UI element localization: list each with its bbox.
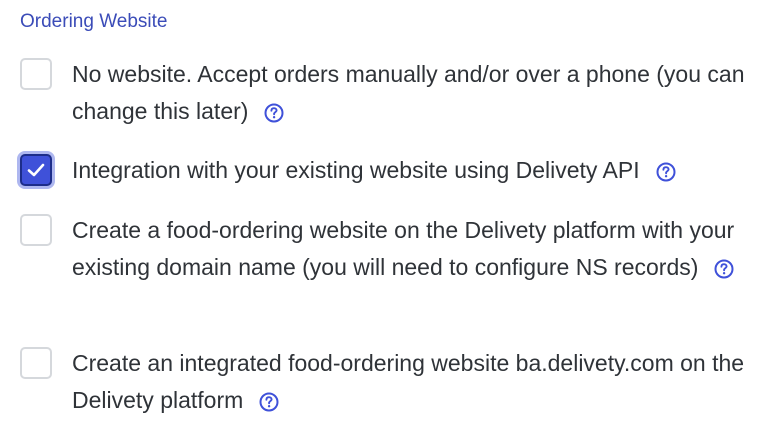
option-label: No website. Accept orders manually and/o… bbox=[72, 61, 745, 124]
help-circle-icon[interactable] bbox=[656, 156, 676, 182]
option-label: Create a food-ordering website on the De… bbox=[72, 217, 735, 280]
checkbox-existing-website-api[interactable] bbox=[20, 154, 52, 186]
option-own-domain-website[interactable]: Create a food-ordering website on the De… bbox=[20, 212, 750, 286]
help-circle-icon[interactable] bbox=[259, 386, 279, 412]
checkmark-icon bbox=[27, 163, 45, 177]
option-label-container: No website. Accept orders manually and/o… bbox=[72, 56, 750, 130]
option-label-container: Create an integrated food-ordering websi… bbox=[72, 345, 750, 419]
option-label-container: Integration with your existing website u… bbox=[72, 152, 676, 189]
option-no-website[interactable]: No website. Accept orders manually and/o… bbox=[20, 56, 750, 130]
option-integrated-subdomain-website[interactable]: Create an integrated food-ordering websi… bbox=[20, 345, 750, 419]
checkbox-no-website[interactable] bbox=[20, 58, 52, 90]
option-label: Create an integrated food-ordering websi… bbox=[72, 350, 745, 413]
checkbox-integrated-subdomain-website[interactable] bbox=[20, 347, 52, 379]
help-circle-icon[interactable] bbox=[714, 253, 734, 279]
checkbox-own-domain-website[interactable] bbox=[20, 214, 52, 246]
option-label: Integration with your existing website u… bbox=[72, 157, 640, 183]
help-circle-icon[interactable] bbox=[264, 97, 284, 123]
section-title: Ordering Website bbox=[20, 11, 168, 32]
option-existing-website-api[interactable]: Integration with your existing website u… bbox=[20, 152, 750, 189]
option-label-container: Create a food-ordering website on the De… bbox=[72, 212, 750, 286]
